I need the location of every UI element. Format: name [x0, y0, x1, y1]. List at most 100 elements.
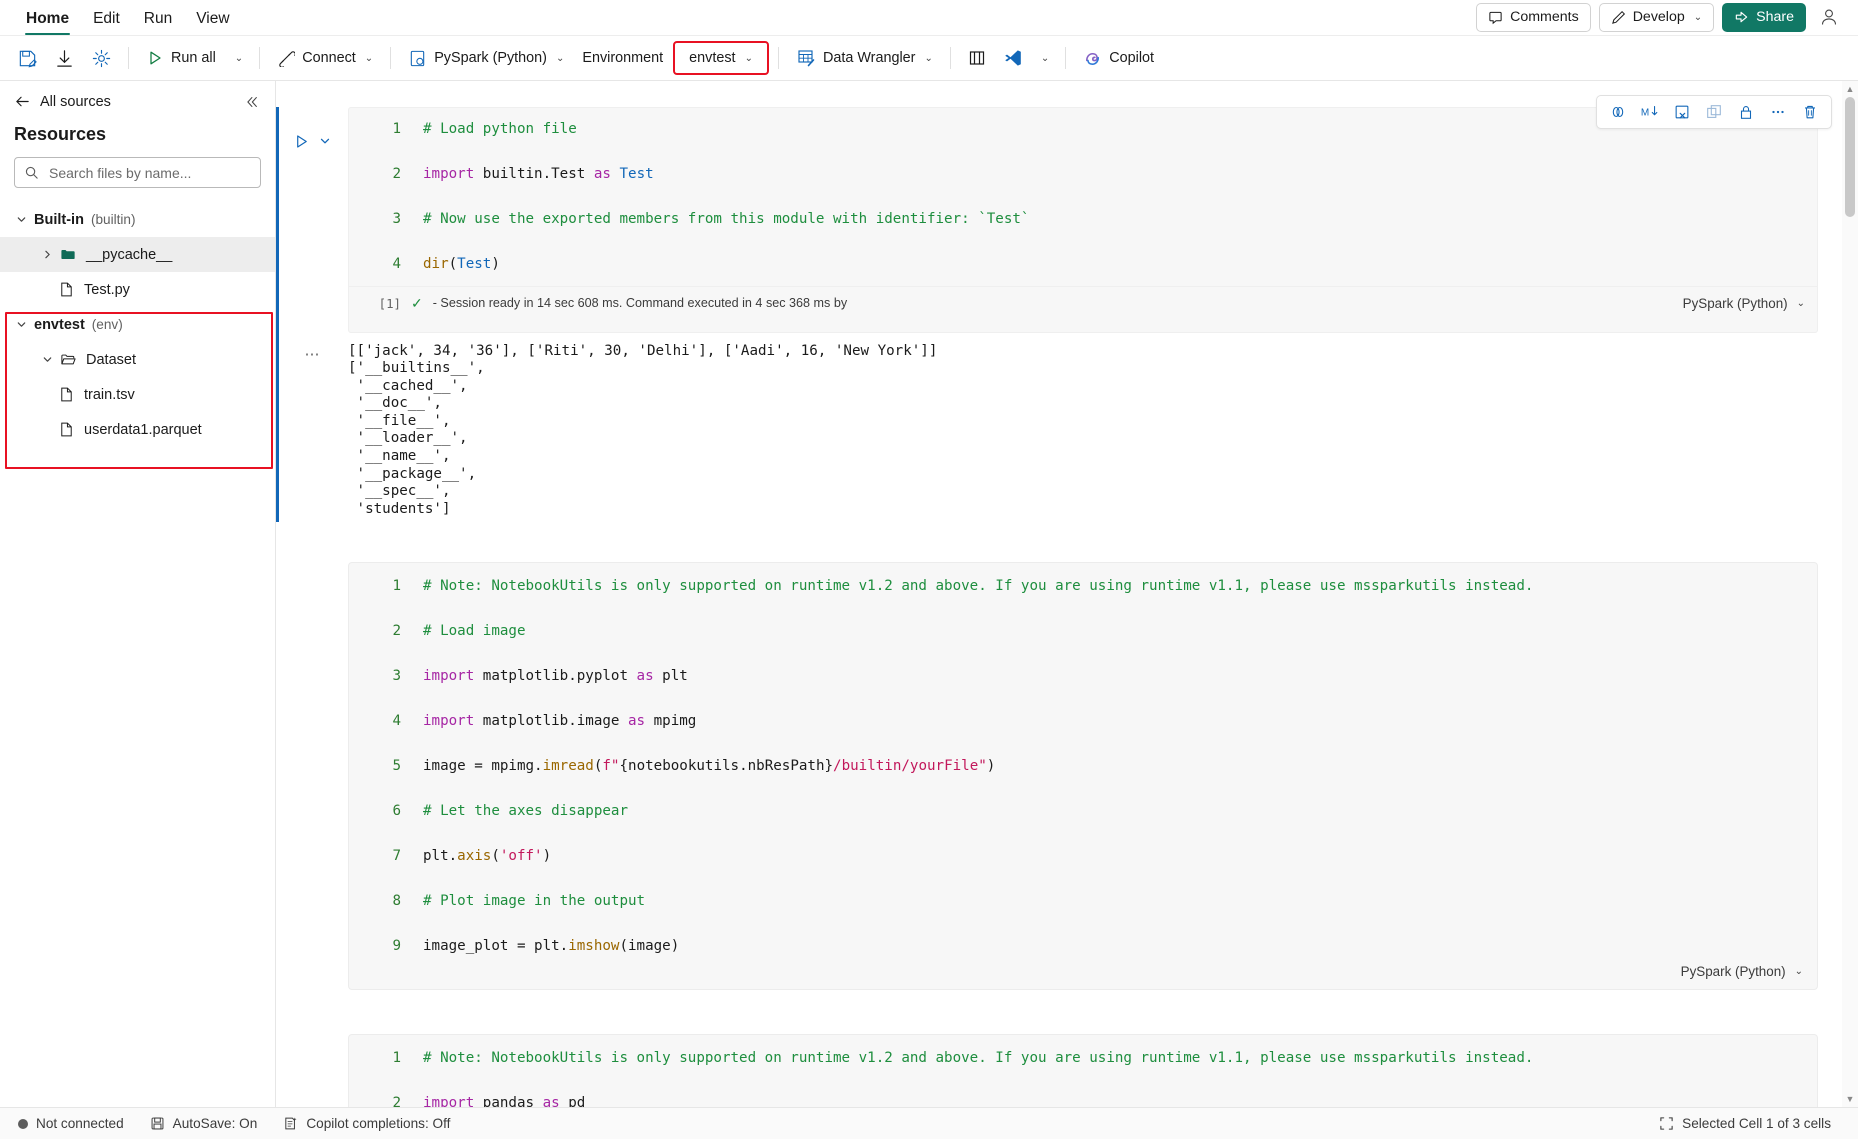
run-cell-button[interactable] — [289, 129, 313, 153]
tree-item-pycache[interactable]: __pycache__ — [0, 237, 275, 272]
ribbon-tab-run-label: Run — [143, 10, 173, 27]
save-disk-icon — [150, 1116, 165, 1131]
chevron-down-icon: ⌄ — [555, 52, 565, 64]
ribbon-tab-run[interactable]: Run — [132, 8, 184, 35]
environment-label-item[interactable]: Environment — [574, 42, 671, 74]
share-button[interactable]: Share — [1722, 2, 1806, 32]
settings-gear-button[interactable] — [84, 42, 119, 74]
share-icon — [1734, 10, 1749, 25]
toolbar-divider — [777, 47, 779, 69]
link-icon[interactable] — [1604, 99, 1632, 125]
search-input[interactable] — [47, 163, 251, 182]
toolbar-divider — [128, 47, 129, 69]
language-label: PySpark (Python) — [434, 50, 547, 66]
ribbon-tab-home-label: Home — [26, 10, 70, 27]
user-avatar[interactable] — [1814, 2, 1844, 32]
language-selector[interactable]: PySpark (Python) ⌄ — [400, 42, 572, 74]
ribbon-tab-view[interactable]: View — [184, 8, 241, 35]
environment-selector[interactable]: envtest ⌄ — [673, 41, 769, 75]
file-icon — [58, 386, 75, 403]
cell-selection-indicator — [276, 107, 279, 523]
develop-button[interactable]: Develop ⌄ — [1598, 2, 1715, 32]
tree-item-builtin[interactable]: Built-in (builtin) — [0, 202, 275, 237]
toolbar-divider — [949, 47, 951, 69]
download-button[interactable] — [47, 42, 82, 74]
more-icon[interactable] — [1764, 99, 1792, 125]
cell-2-language-label: PySpark (Python) — [1680, 963, 1786, 979]
tree-label-suffix: (env) — [91, 316, 123, 332]
search-files-box[interactable] — [14, 157, 261, 188]
comments-label: Comments — [1510, 9, 1579, 25]
ribbon-tab-home[interactable]: Home — [14, 8, 81, 35]
cell-3-code[interactable]: 1 # Note: NotebookUtils is only supported… — [349, 1047, 1817, 1107]
tree-item-userdata1-parquet[interactable]: userdata1.parquet — [0, 412, 275, 447]
resources-tree: Built-in (builtin) __pycache__ Test.py e… — [0, 198, 275, 447]
ribbon-tab-view-label: View — [196, 10, 230, 27]
lock-icon[interactable] — [1732, 99, 1760, 125]
scrollbar-thumb[interactable] — [1845, 97, 1855, 217]
tree-label-text: Dataset — [86, 351, 136, 368]
connection-status[interactable]: Not connected — [14, 1108, 137, 1139]
tree-label-text: envtest — [34, 316, 85, 333]
connect-button[interactable]: Connect ⌄ — [269, 42, 381, 74]
cell-2-code[interactable]: 1 # Note: NotebookUtils is only supported… — [349, 575, 1817, 958]
notebook-app: Home Edit Run View Comments Develop ⌄ Sh… — [0, 0, 1858, 1139]
tree-item-envtest[interactable]: envtest (env) — [0, 307, 275, 342]
page-title: Resources — [14, 124, 107, 144]
cell-2-footer: PySpark (Python) ⌄ — [349, 958, 1817, 979]
chevron-right-icon[interactable] — [34, 249, 60, 260]
chevron-down-icon[interactable] — [34, 354, 60, 365]
language-icon — [408, 49, 427, 68]
autosave-status[interactable]: AutoSave: On — [137, 1108, 271, 1139]
scroll-down-arrow[interactable]: ▼ — [1842, 1091, 1858, 1107]
duplicate-icon[interactable] — [1700, 99, 1728, 125]
chevron-down-icon: ⌄ — [924, 52, 933, 64]
share-label: Share — [1756, 9, 1794, 25]
tree-item-train-tsv[interactable]: train.tsv — [0, 377, 275, 412]
run-all-dropdown[interactable]: ⌄ — [226, 42, 250, 74]
file-icon — [58, 281, 75, 298]
clear-output-icon[interactable] — [1668, 99, 1696, 125]
ribbon-tab-edit[interactable]: Edit — [81, 8, 132, 35]
vscode-icon-button[interactable] — [996, 42, 1030, 74]
chevron-down-icon: ⌄ — [1040, 52, 1050, 64]
tree-item-dataset[interactable]: Dataset — [0, 342, 275, 377]
notebook-cell-3[interactable]: 1 # Note: NotebookUtils is only supported… — [348, 1033, 1818, 1107]
notebook-cell-2[interactable]: 1 # Note: NotebookUtils is only supported… — [348, 562, 1818, 990]
save-notebook-button[interactable] — [10, 42, 45, 74]
cell-2-language-selector[interactable]: PySpark (Python) ⌄ — [1681, 964, 1803, 979]
notebook-cell-1[interactable]: 1 # Load python file 2 import builtin.Test… — [276, 107, 1842, 523]
run-all-button[interactable]: Run all — [138, 42, 224, 74]
scroll-up-arrow[interactable]: ▲ — [1842, 81, 1858, 97]
collapse-sidebar-button[interactable] — [243, 94, 263, 110]
cell-1-execution-status: [1] ✓ - Session ready in 14 sec 608 ms. … — [349, 285, 1817, 320]
data-wrangler-button[interactable]: Data Wrangler ⌄ — [788, 42, 941, 74]
vscode-dropdown[interactable]: ⌄ — [1032, 42, 1056, 74]
all-sources-back-button[interactable]: All sources — [14, 93, 111, 110]
connect-label: Connect — [302, 50, 356, 66]
chevron-down-icon: ⌄ — [744, 52, 753, 64]
toolbar-divider — [390, 47, 392, 69]
cell-1-language-selector[interactable]: PySpark (Python) ⌄ — [1683, 296, 1805, 311]
copilot-button[interactable]: Copilot — [1075, 42, 1162, 74]
cell-selection-status[interactable]: Selected Cell 1 of 3 cells — [1655, 1116, 1844, 1131]
chevron-down-icon[interactable] — [8, 319, 34, 330]
data-wrangler-label: Data Wrangler — [822, 50, 916, 66]
copilot-completions-status[interactable]: Copilot completions: Off — [270, 1108, 463, 1139]
markdown-convert-icon[interactable]: M — [1636, 99, 1664, 125]
layout-icon-button[interactable] — [960, 42, 994, 74]
tree-item-test-py[interactable]: Test.py — [0, 272, 275, 307]
notebook-vertical-scrollbar[interactable]: ▲ ▼ — [1842, 81, 1858, 1107]
comments-button[interactable]: Comments — [1476, 2, 1591, 32]
cell-1-code[interactable]: 1 # Load python file 2 import builtin.Test… — [349, 118, 1817, 276]
status-bar: Not connected AutoSave: On Copilot compl… — [0, 1107, 1858, 1139]
cell-1-editor[interactable]: 1 # Load python file 2 import builtin.Test… — [348, 107, 1818, 333]
copilot-label: Copilot — [1109, 50, 1155, 66]
all-sources-label: All sources — [40, 93, 111, 110]
chevron-down-icon[interactable] — [8, 214, 34, 225]
run-cell-dropdown[interactable] — [315, 129, 335, 153]
arrow-left-icon — [14, 93, 31, 110]
chevron-down-icon: ⌄ — [234, 52, 244, 64]
output-more-icon[interactable]: ⋯ — [276, 343, 348, 519]
delete-icon[interactable] — [1796, 99, 1824, 125]
